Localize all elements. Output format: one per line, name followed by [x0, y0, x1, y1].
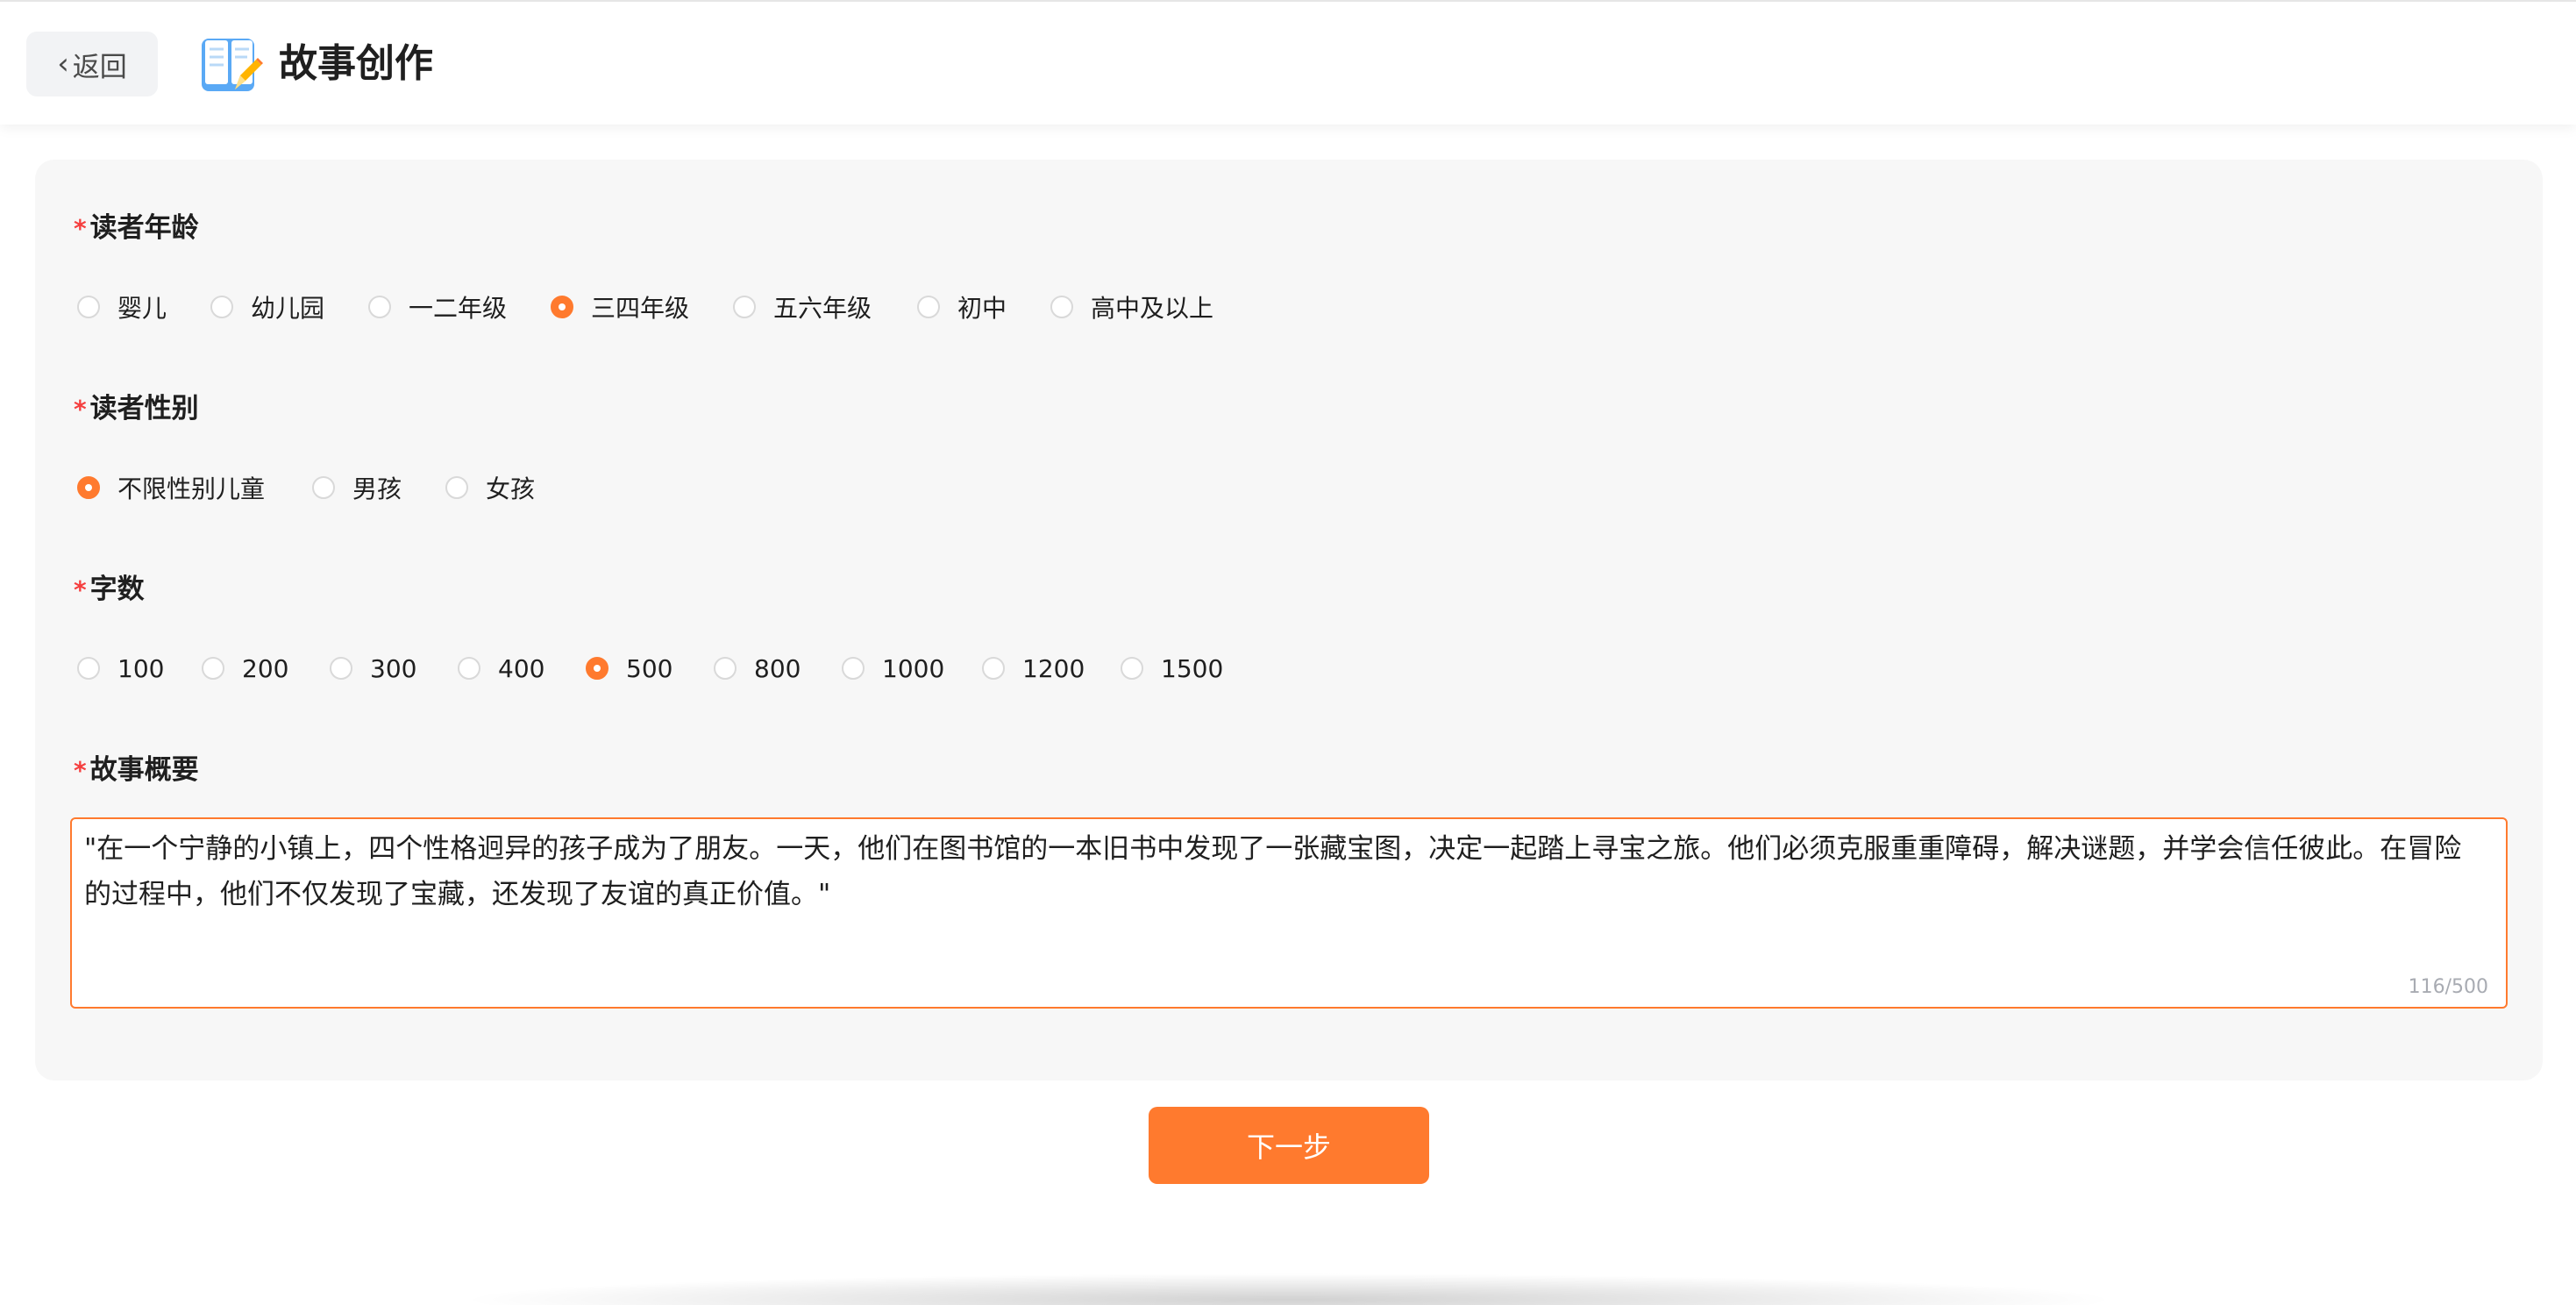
word-count-label: * 字数 — [74, 570, 145, 609]
radio-circle — [982, 657, 1005, 680]
radio-words-800[interactable]: 800 — [714, 649, 801, 688]
summary-text: "在一个宁静的小镇上，四个性格迥异的孩子成为了朋友。一天，他们在图书馆的一本旧书… — [84, 833, 2462, 910]
radio-age-grade5-6[interactable]: 五六年级 — [733, 288, 872, 326]
radio-label: 初中 — [957, 294, 1007, 323]
radio-circle-selected — [77, 476, 100, 499]
radio-circle — [202, 657, 224, 680]
radio-circle — [210, 296, 233, 318]
radio-words-1200[interactable]: 1200 — [982, 649, 1085, 688]
radio-circle — [312, 476, 335, 499]
radio-label: 女孩 — [486, 474, 536, 503]
radio-label: 三四年级 — [591, 294, 690, 323]
gender-label-text: 读者性别 — [89, 393, 199, 424]
next-step-button[interactable]: 下一步 — [1149, 1107, 1429, 1184]
radio-circle — [733, 296, 756, 318]
radio-circle — [458, 657, 480, 680]
radio-words-1500[interactable]: 1500 — [1121, 649, 1223, 688]
page-title: 故事创作 — [279, 41, 433, 86]
gender-label: * 读者性别 — [74, 389, 199, 428]
age-label-text: 读者年龄 — [89, 212, 199, 244]
radio-label: 400 — [498, 653, 545, 683]
radio-label: 1000 — [882, 653, 945, 683]
radio-label: 300 — [370, 653, 417, 683]
summary-label-text: 故事概要 — [89, 754, 199, 786]
radio-circle — [77, 657, 100, 680]
summary-textarea[interactable]: "在一个宁静的小镇上，四个性格迥异的孩子成为了朋友。一天，他们在图书馆的一本旧书… — [70, 817, 2508, 1009]
radio-label: 100 — [117, 653, 165, 683]
radio-gender-any[interactable]: 不限性别儿童 — [77, 468, 265, 507]
back-button[interactable]: ‹ 返回 — [26, 32, 158, 96]
word-count-label-text: 字数 — [89, 574, 145, 605]
radio-circle — [842, 657, 865, 680]
radio-circle — [77, 296, 100, 318]
radio-circle — [445, 476, 468, 499]
required-mark: * — [74, 575, 87, 604]
radio-age-high-school-plus[interactable]: 高中及以上 — [1050, 288, 1213, 326]
radio-words-400[interactable]: 400 — [458, 649, 544, 688]
radio-words-1000[interactable]: 1000 — [842, 649, 944, 688]
book-pencil-icon — [202, 39, 263, 91]
required-mark: * — [74, 395, 87, 424]
radio-label: 800 — [754, 653, 801, 683]
bottom-shadow — [456, 1273, 2122, 1305]
summary-label: * 故事概要 — [74, 751, 199, 789]
char-counter: 116/500 — [2408, 976, 2488, 998]
radio-circle — [917, 296, 940, 318]
required-mark: * — [74, 756, 87, 785]
radio-words-200[interactable]: 200 — [202, 649, 288, 688]
radio-age-grade3-4[interactable]: 三四年级 — [551, 288, 689, 326]
radio-circle — [368, 296, 391, 318]
radio-gender-boy[interactable]: 男孩 — [312, 468, 402, 507]
radio-age-junior-high[interactable]: 初中 — [917, 288, 1007, 326]
radio-words-300[interactable]: 300 — [330, 649, 416, 688]
chevron-left-icon: ‹ — [57, 46, 69, 82]
radio-label: 1500 — [1161, 653, 1224, 683]
radio-circle — [330, 657, 352, 680]
radio-gender-girl[interactable]: 女孩 — [445, 468, 535, 507]
radio-label: 1200 — [1022, 653, 1085, 683]
radio-circle — [714, 657, 737, 680]
radio-label: 五六年级 — [773, 294, 872, 323]
radio-age-infant[interactable]: 婴儿 — [77, 288, 167, 326]
radio-label: 高中及以上 — [1091, 294, 1214, 323]
age-label: * 读者年龄 — [74, 209, 199, 247]
radio-label: 200 — [242, 653, 289, 683]
radio-circle — [1121, 657, 1143, 680]
back-button-label: 返回 — [72, 51, 127, 83]
radio-label: 婴儿 — [117, 294, 167, 323]
radio-label: 500 — [626, 653, 673, 683]
story-creation-page: ‹ 返回 故事创作 * 读者年龄 婴儿 幼儿园 一二年级 三四年级 五六年级 初… — [0, 0, 2576, 1305]
radio-words-100[interactable]: 100 — [77, 649, 164, 688]
required-mark: * — [74, 214, 87, 243]
radio-circle-selected — [586, 657, 608, 680]
radio-label: 男孩 — [352, 474, 402, 503]
radio-label: 不限性别儿童 — [117, 474, 266, 503]
radio-circle — [1050, 296, 1073, 318]
radio-words-500[interactable]: 500 — [586, 649, 672, 688]
top-bar: ‹ 返回 故事创作 — [0, 0, 2576, 125]
radio-age-kindergarten[interactable]: 幼儿园 — [210, 288, 324, 326]
radio-label: 一二年级 — [409, 294, 508, 323]
radio-circle-selected — [551, 296, 573, 318]
radio-label: 幼儿园 — [251, 294, 325, 323]
radio-age-grade1-2[interactable]: 一二年级 — [368, 288, 507, 326]
